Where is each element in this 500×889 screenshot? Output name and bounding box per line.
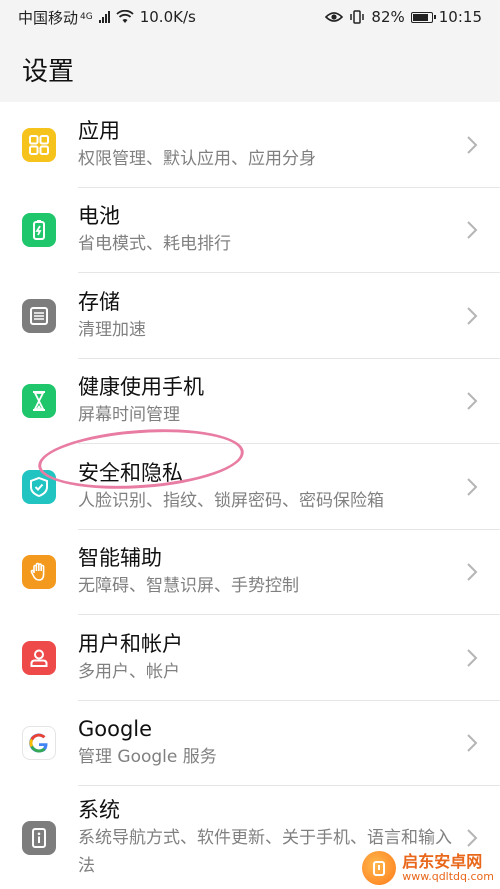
item-text: 智能辅助 无障碍、智慧识屏、手势控制 — [78, 544, 452, 600]
chevron-right-icon — [467, 478, 478, 496]
item-title: Google — [78, 717, 153, 742]
item-title: 用户和帐户 — [78, 631, 183, 656]
item-title: 健康使用手机 — [78, 375, 204, 400]
item-text: 用户和帐户 多用户、帐户 — [78, 630, 452, 686]
storage-icon — [22, 298, 56, 333]
user-icon — [22, 640, 56, 675]
shield-icon — [22, 469, 56, 504]
chevron-right-icon — [467, 563, 478, 581]
info-icon — [22, 821, 56, 855]
watermark: 启东安卓网 www.qdltdq.com — [362, 851, 494, 885]
item-text: 应用 权限管理、默认应用、应用分身 — [78, 117, 452, 173]
item-subtitle: 无障碍、智慧识屏、手势控制 — [78, 576, 299, 597]
settings-item-google[interactable]: Google 管理 Google 服务 — [0, 701, 500, 786]
watermark-logo-icon — [362, 851, 397, 885]
item-subtitle: 多用户、帐户 — [78, 661, 180, 682]
chevron-right-icon — [467, 734, 478, 752]
watermark-url: www.qdltdq.com — [402, 869, 494, 883]
item-text: 电池 省电模式、耗电排行 — [78, 202, 452, 258]
carrier-label: 中国移动 — [18, 8, 79, 27]
network-label: 4G — [80, 12, 93, 22]
chevron-right-icon — [467, 307, 478, 325]
settings-item-digital-balance[interactable]: 健康使用手机 屏幕时间管理 — [0, 359, 500, 444]
settings-item-security-privacy[interactable]: 安全和隐私 人脸识别、指纹、锁屏密码、密码保险箱 — [0, 444, 500, 530]
signal-icon — [98, 11, 110, 23]
status-right: 82% 10:15 — [325, 8, 482, 26]
clock: 10:15 — [438, 8, 482, 26]
status-left: 中国移动 4G 10.0K/s — [18, 7, 196, 28]
google-icon — [22, 726, 56, 761]
eye-icon — [325, 12, 344, 22]
battery-percent: 82% — [371, 8, 405, 26]
item-title: 系统 — [78, 798, 120, 822]
item-title: 应用 — [78, 118, 120, 143]
chevron-right-icon — [467, 829, 478, 847]
apps-icon — [22, 127, 56, 162]
item-subtitle: 管理 Google 服务 — [78, 747, 217, 768]
network-speed: 10.0K/s — [139, 8, 196, 26]
item-title: 存储 — [78, 289, 120, 314]
status-bar: 中国移动 4G 10.0K/s 82% 10:15 — [0, 0, 500, 34]
wifi-icon — [116, 10, 134, 23]
settings-item-users-accounts[interactable]: 用户和帐户 多用户、帐户 — [0, 615, 500, 701]
chevron-right-icon — [467, 392, 478, 410]
watermark-text: 启东安卓网 www.qdltdq.com — [402, 853, 494, 883]
settings-item-smart-assistance[interactable]: 智能辅助 无障碍、智慧识屏、手势控制 — [0, 530, 500, 615]
hourglass-icon — [22, 384, 56, 419]
item-subtitle: 屏幕时间管理 — [78, 405, 180, 426]
watermark-title: 启东安卓网 — [402, 852, 483, 872]
chevron-right-icon — [467, 221, 478, 239]
item-text: 健康使用手机 屏幕时间管理 — [78, 373, 452, 429]
item-subtitle: 省电模式、耗电排行 — [78, 234, 231, 255]
item-text: Google 管理 Google 服务 — [78, 715, 452, 771]
page-title: 设置 — [22, 57, 75, 87]
item-text: 安全和隐私 人脸识别、指纹、锁屏密码、密码保险箱 — [78, 459, 452, 515]
battery-icon — [410, 11, 436, 23]
settings-item-apps[interactable]: 应用 权限管理、默认应用、应用分身 — [0, 102, 500, 188]
vibrate-icon — [350, 10, 365, 24]
hand-icon — [22, 555, 56, 590]
item-title: 电池 — [78, 204, 120, 229]
chevron-right-icon — [467, 649, 478, 667]
settings-item-battery[interactable]: 电池 省电模式、耗电排行 — [0, 188, 500, 273]
item-title: 智能辅助 — [78, 546, 162, 571]
item-subtitle: 人脸识别、指纹、锁屏密码、密码保险箱 — [78, 490, 384, 511]
battery-icon — [22, 213, 56, 248]
settings-item-storage[interactable]: 存储 清理加速 — [0, 273, 500, 359]
item-title: 安全和隐私 — [78, 460, 183, 485]
header: 设置 — [0, 34, 500, 102]
settings-list: 应用 权限管理、默认应用、应用分身 电池 省电模式、耗电排行 存储 清理加速 健… — [0, 102, 500, 889]
item-subtitle: 权限管理、默认应用、应用分身 — [78, 148, 316, 169]
item-text: 存储 清理加速 — [78, 288, 452, 344]
item-subtitle: 清理加速 — [78, 319, 146, 340]
settings-screen: 中国移动 4G 10.0K/s 82% 10:15 设置 应用 权限管理、默认应… — [0, 0, 500, 889]
chevron-right-icon — [467, 136, 478, 154]
